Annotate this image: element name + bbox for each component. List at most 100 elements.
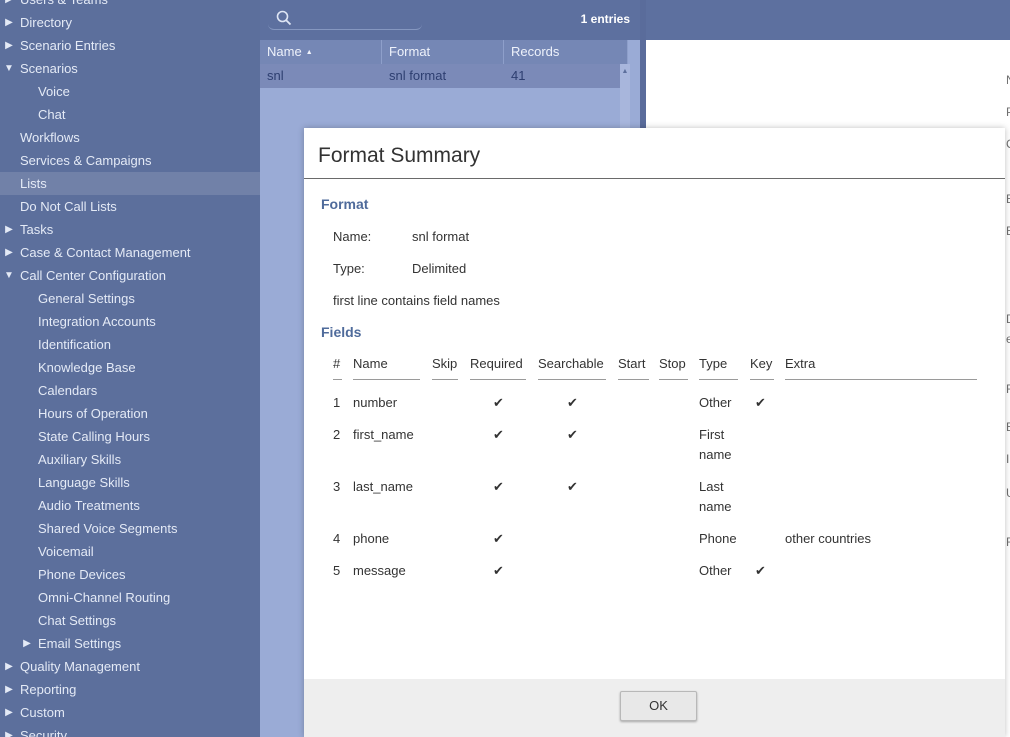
sidebar-item[interactable]: ▶ Users & Teams (0, 0, 260, 11)
sidebar-item[interactable]: Chat (0, 103, 260, 126)
collapsed-arrow-icon[interactable]: ▶ (3, 0, 15, 11)
sidebar-item[interactable]: ▶ Quality Management (0, 655, 260, 678)
detail-label: E (1006, 192, 1010, 206)
table-row[interactable]: snl snl format 41 (260, 64, 620, 88)
detail-label: e (1006, 332, 1010, 346)
sidebar-item-label: Tasks (20, 222, 54, 237)
sidebar-item[interactable]: ▶ Scenario Entries (0, 34, 260, 57)
sidebar-item[interactable]: ▶ Tasks (0, 218, 260, 241)
sidebar-item[interactable]: Workflows (0, 126, 260, 149)
sidebar-item-label: Case & Contact Management (20, 245, 191, 260)
ok-button[interactable]: OK (620, 691, 697, 721)
sidebar-item[interactable]: Voice (0, 80, 260, 103)
row-records: 41 (511, 68, 526, 83)
column-header-format[interactable]: Format (382, 40, 504, 64)
field-name: last_name (353, 479, 413, 494)
sidebar-item[interactable]: Shared Voice Segments (0, 517, 260, 540)
field-extra: other countries (785, 531, 871, 546)
field-type-line: Other (699, 563, 732, 578)
sidebar-item[interactable]: Chat Settings (0, 609, 260, 632)
sidebar-item[interactable]: Hours of Operation (0, 402, 260, 425)
collapsed-arrow-icon[interactable]: ▶ (3, 34, 15, 57)
collapsed-arrow-icon[interactable]: ▶ (3, 701, 15, 724)
sidebar-item[interactable]: ▶ Email Settings (0, 632, 260, 655)
sidebar-item[interactable]: Calendars (0, 379, 260, 402)
detail-label: E (1006, 420, 1010, 434)
sidebar-item[interactable]: Auxiliary Skills (0, 448, 260, 471)
type-value: Delimited (412, 261, 467, 276)
field-number: 5 (333, 563, 341, 578)
column-header-stop: Stop (659, 356, 688, 380)
search-input[interactable] (268, 6, 422, 30)
expanded-arrow-icon[interactable]: ▼ (3, 264, 15, 287)
header-line-note: first line contains field names (333, 293, 500, 308)
column-header-searchable: Searchable (538, 356, 606, 380)
detail-label: C (1006, 137, 1010, 151)
column-header-name[interactable]: Name ▲ (260, 40, 382, 64)
field-type-line: Last (699, 479, 724, 494)
field-type-line: Other (699, 395, 732, 410)
sidebar-item[interactable]: Language Skills (0, 471, 260, 494)
sidebar-item[interactable]: ▶ Case & Contact Management (0, 241, 260, 264)
sidebar-item[interactable]: Identification (0, 333, 260, 356)
sidebar-item[interactable]: Audio Treatments (0, 494, 260, 517)
sidebar-item-label: Services & Campaigns (20, 153, 152, 168)
collapsed-arrow-icon[interactable]: ▶ (3, 241, 15, 264)
sidebar-item[interactable]: Services & Campaigns (0, 149, 260, 172)
sidebar-item-label: Chat Settings (38, 613, 117, 628)
column-header-extra: Extra (785, 356, 977, 380)
sidebar-item[interactable]: Knowledge Base (0, 356, 260, 379)
sidebar-item-label: Users & Teams (20, 0, 108, 11)
detail-label: U (1006, 486, 1010, 500)
required-check-icon: ✔ (493, 479, 504, 494)
expanded-arrow-icon[interactable]: ▼ (3, 57, 15, 80)
sidebar-item-label: Shared Voice Segments (38, 521, 178, 536)
title-divider (304, 178, 1005, 179)
entries-count: 1 entries (580, 12, 630, 26)
sidebar-item[interactable]: General Settings (0, 287, 260, 310)
column-header-records[interactable]: Records (504, 40, 628, 64)
field-name: phone (353, 531, 390, 546)
sidebar-item-label: Directory (20, 15, 73, 30)
sidebar-item[interactable]: State Calling Hours (0, 425, 260, 448)
collapsed-arrow-icon[interactable]: ▶ (3, 724, 15, 737)
required-check-icon: ✔ (493, 563, 504, 578)
field-type: Last name (699, 477, 732, 517)
sidebar-item-label: Integration Accounts (38, 314, 156, 329)
sidebar-item[interactable]: Lists (0, 172, 260, 195)
collapsed-arrow-icon[interactable]: ▶ (3, 11, 15, 34)
sidebar-item-label: Do Not Call Lists (20, 199, 117, 214)
sidebar-item-label: Voice (38, 84, 70, 99)
format-section-heading: Format (321, 196, 369, 212)
sidebar-item[interactable]: ▶ Security (0, 724, 260, 737)
collapsed-arrow-icon[interactable]: ▶ (3, 655, 15, 678)
sidebar-item[interactable]: ▶ Directory (0, 11, 260, 34)
scroll-up-icon[interactable]: ▲ (620, 68, 630, 75)
sidebar-item[interactable]: Voicemail (0, 540, 260, 563)
sidebar-item[interactable]: Phone Devices (0, 563, 260, 586)
field-number: 3 (333, 479, 341, 494)
column-header-number: # (333, 356, 342, 380)
field-type-line: name (699, 447, 732, 462)
key-check-icon: ✔ (755, 563, 766, 578)
collapsed-arrow-icon[interactable]: ▶ (21, 632, 33, 655)
sidebar-item[interactable]: ▶ Reporting (0, 678, 260, 701)
sidebar-item[interactable]: ▶ Custom (0, 701, 260, 724)
sidebar-item[interactable]: Omni-Channel Routing (0, 586, 260, 609)
sidebar-item[interactable]: Do Not Call Lists (0, 195, 260, 218)
detail-label: N (1006, 73, 1010, 87)
sidebar-item-label: Identification (38, 337, 111, 352)
collapsed-arrow-icon[interactable]: ▶ (3, 218, 15, 241)
required-check-icon: ✔ (493, 427, 504, 442)
sidebar-item-label: Workflows (20, 130, 80, 145)
sidebar-item[interactable]: Integration Accounts (0, 310, 260, 333)
sidebar-item-label: Phone Devices (38, 567, 126, 582)
sidebar-item[interactable]: ▼ Call Center Configuration (0, 264, 260, 287)
collapsed-arrow-icon[interactable]: ▶ (3, 678, 15, 701)
column-header-name: Name (353, 356, 420, 380)
row-name: snl (267, 68, 284, 83)
sidebar-item-label: Lists (20, 176, 47, 191)
list-header: Name ▲ Format Records (260, 40, 628, 64)
detail-label: F (1006, 382, 1010, 396)
sidebar-item[interactable]: ▼ Scenarios (0, 57, 260, 80)
